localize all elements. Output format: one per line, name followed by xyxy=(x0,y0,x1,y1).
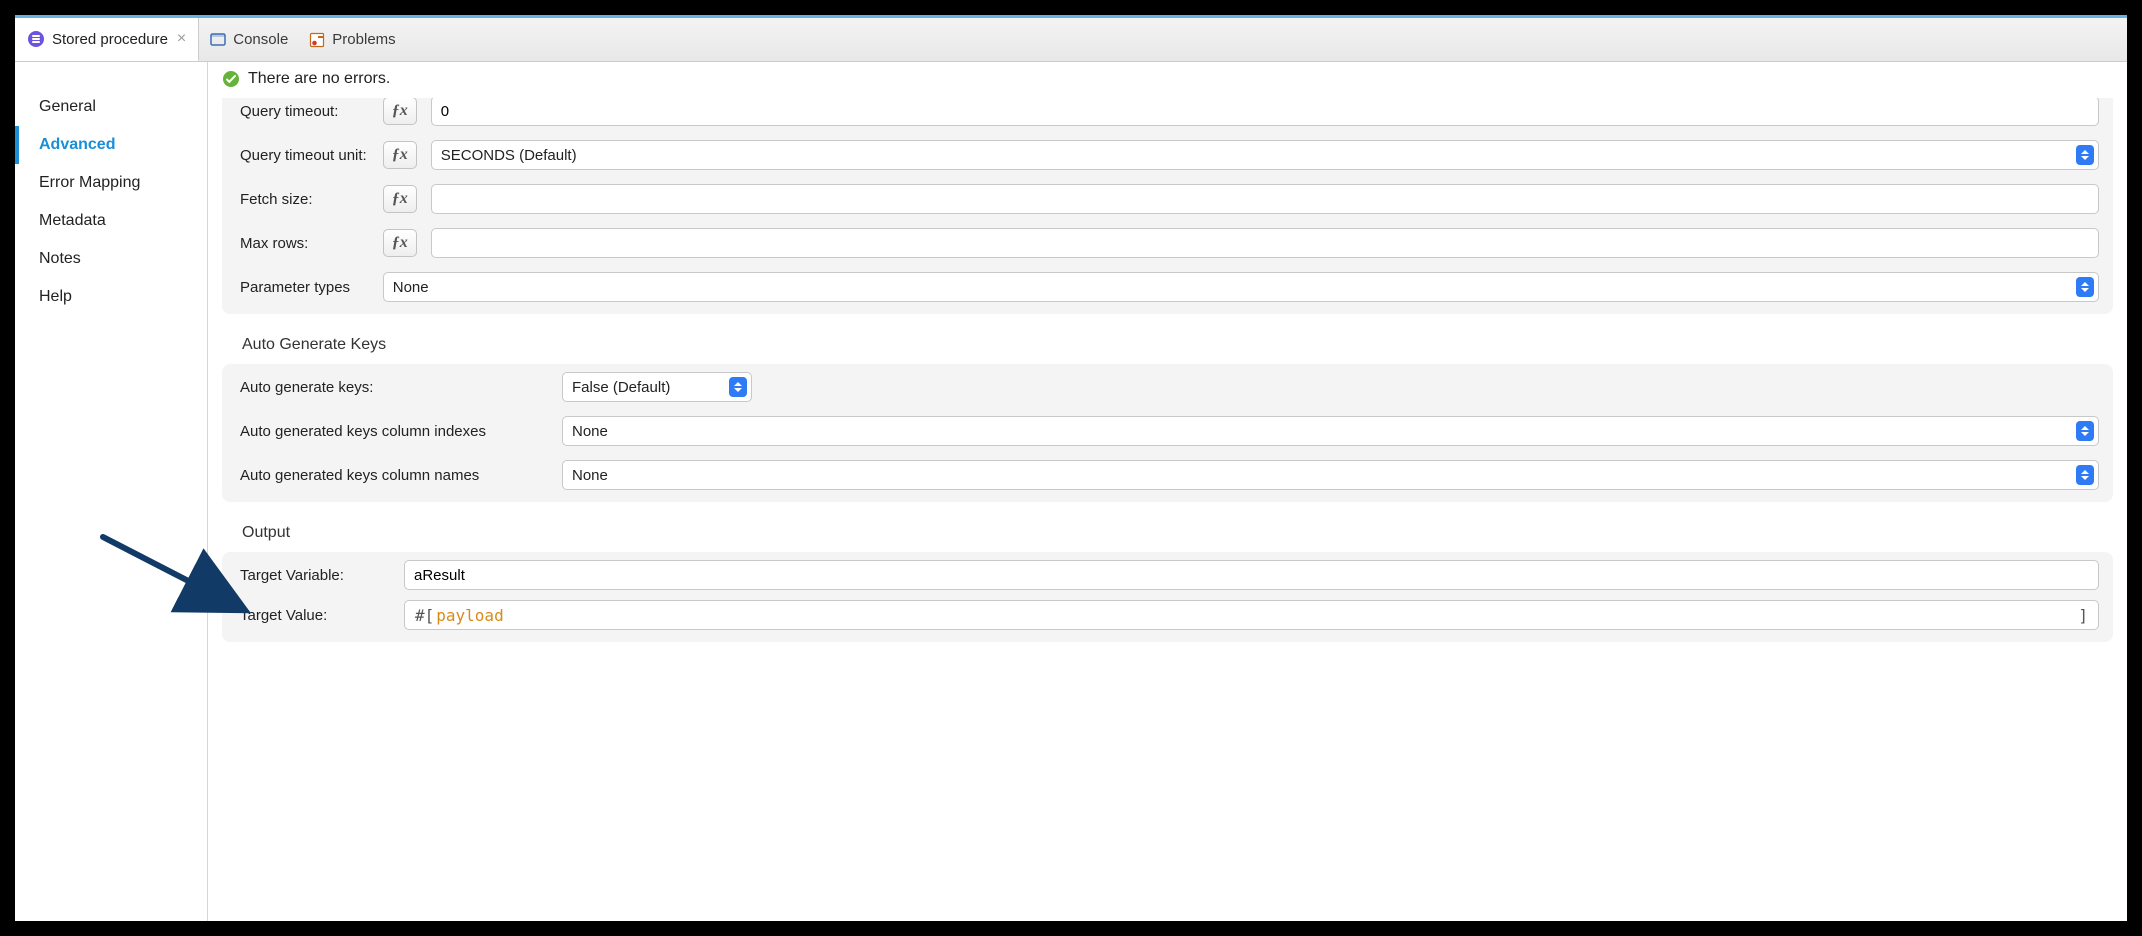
sidebar-item-general[interactable]: General xyxy=(15,88,207,126)
tab-console[interactable]: Console xyxy=(199,18,298,61)
select-value: None xyxy=(572,423,608,440)
select-auto-key-indexes[interactable]: None xyxy=(562,416,2099,446)
chevron-updown-icon xyxy=(2076,421,2094,441)
select-auto-key-names[interactable]: None xyxy=(562,460,2099,490)
label-max-rows: Max rows: xyxy=(236,235,369,252)
select-auto-generate-keys[interactable]: False (Default) xyxy=(562,372,752,402)
select-query-timeout-unit[interactable]: SECONDS (Default) xyxy=(431,140,2099,170)
label-query-timeout: Query timeout: xyxy=(236,103,369,120)
panel-autokeys: Auto generate keys: False (Default) Auto… xyxy=(222,364,2113,502)
app-window: Stored procedure × Console Problems Gene… xyxy=(14,14,2128,922)
label-target-value: Target Value: xyxy=(236,607,390,624)
chevron-updown-icon xyxy=(2076,465,2094,485)
problems-icon xyxy=(308,31,326,49)
close-icon[interactable]: × xyxy=(177,30,186,48)
input-query-timeout[interactable] xyxy=(431,98,2099,126)
ok-icon xyxy=(222,70,240,88)
chevron-updown-icon xyxy=(729,377,747,397)
select-parameter-types[interactable]: None xyxy=(383,272,2099,302)
console-icon xyxy=(209,31,227,49)
sidebar-item-notes[interactable]: Notes xyxy=(15,240,207,278)
tab-console-label: Console xyxy=(233,31,288,48)
tab-problems[interactable]: Problems xyxy=(298,18,405,61)
select-value: None xyxy=(572,467,608,484)
section-title-autokeys: Auto Generate Keys xyxy=(242,336,2109,354)
panel-query: Query timeout: ƒx Query timeout unit: ƒx… xyxy=(222,98,2113,314)
input-target-variable[interactable] xyxy=(404,560,2099,590)
input-max-rows[interactable] xyxy=(431,228,2099,258)
label-fetch-size: Fetch size: xyxy=(236,191,369,208)
input-fetch-size[interactable] xyxy=(431,184,2099,214)
select-value: SECONDS (Default) xyxy=(441,147,577,164)
input-target-value[interactable]: #[ payload ] xyxy=(404,600,2099,630)
sidebar-item-help[interactable]: Help xyxy=(15,278,207,316)
fx-button[interactable]: ƒx xyxy=(383,185,417,213)
stored-procedure-icon xyxy=(27,30,45,48)
fx-button[interactable]: ƒx xyxy=(383,98,417,125)
expr-payload: payload xyxy=(436,606,503,625)
panel-output: Target Variable: Target Value: #[ payloa… xyxy=(222,552,2113,642)
chevron-updown-icon xyxy=(2076,145,2094,165)
sidebar-item-error-mapping[interactable]: Error Mapping xyxy=(15,164,207,202)
tab-label: Stored procedure xyxy=(52,31,168,48)
label-parameter-types: Parameter types xyxy=(236,279,369,296)
label-query-timeout-unit: Query timeout unit: xyxy=(236,147,369,164)
select-value: None xyxy=(393,279,429,296)
main-pane: There are no errors. Query timeout: ƒx Q… xyxy=(208,62,2127,921)
panels: Query timeout: ƒx Query timeout unit: ƒx… xyxy=(208,98,2127,921)
select-value: False (Default) xyxy=(572,379,670,396)
status-row: There are no errors. xyxy=(208,62,2127,98)
fx-button[interactable]: ƒx xyxy=(383,229,417,257)
tab-bar: Stored procedure × Console Problems xyxy=(15,15,2127,62)
sidebar-item-advanced[interactable]: Advanced xyxy=(15,126,207,164)
content: General Advanced Error Mapping Metadata … xyxy=(15,62,2127,921)
sidebar-item-metadata[interactable]: Metadata xyxy=(15,202,207,240)
chevron-updown-icon xyxy=(2076,277,2094,297)
label-auto-key-indexes: Auto generated keys column indexes xyxy=(236,423,548,440)
section-title-output: Output xyxy=(242,524,2109,542)
tab-problems-label: Problems xyxy=(332,31,395,48)
tab-stored-procedure[interactable]: Stored procedure × xyxy=(15,18,199,61)
config-sidebar: General Advanced Error Mapping Metadata … xyxy=(15,62,208,921)
fx-button[interactable]: ƒx xyxy=(383,141,417,169)
label-target-variable: Target Variable: xyxy=(236,567,390,584)
label-auto-key-names: Auto generated keys column names xyxy=(236,467,548,484)
status-text: There are no errors. xyxy=(248,70,390,88)
expr-close: ] xyxy=(2078,606,2088,625)
label-auto-generate-keys: Auto generate keys: xyxy=(236,379,548,396)
expr-open: #[ xyxy=(415,606,434,625)
